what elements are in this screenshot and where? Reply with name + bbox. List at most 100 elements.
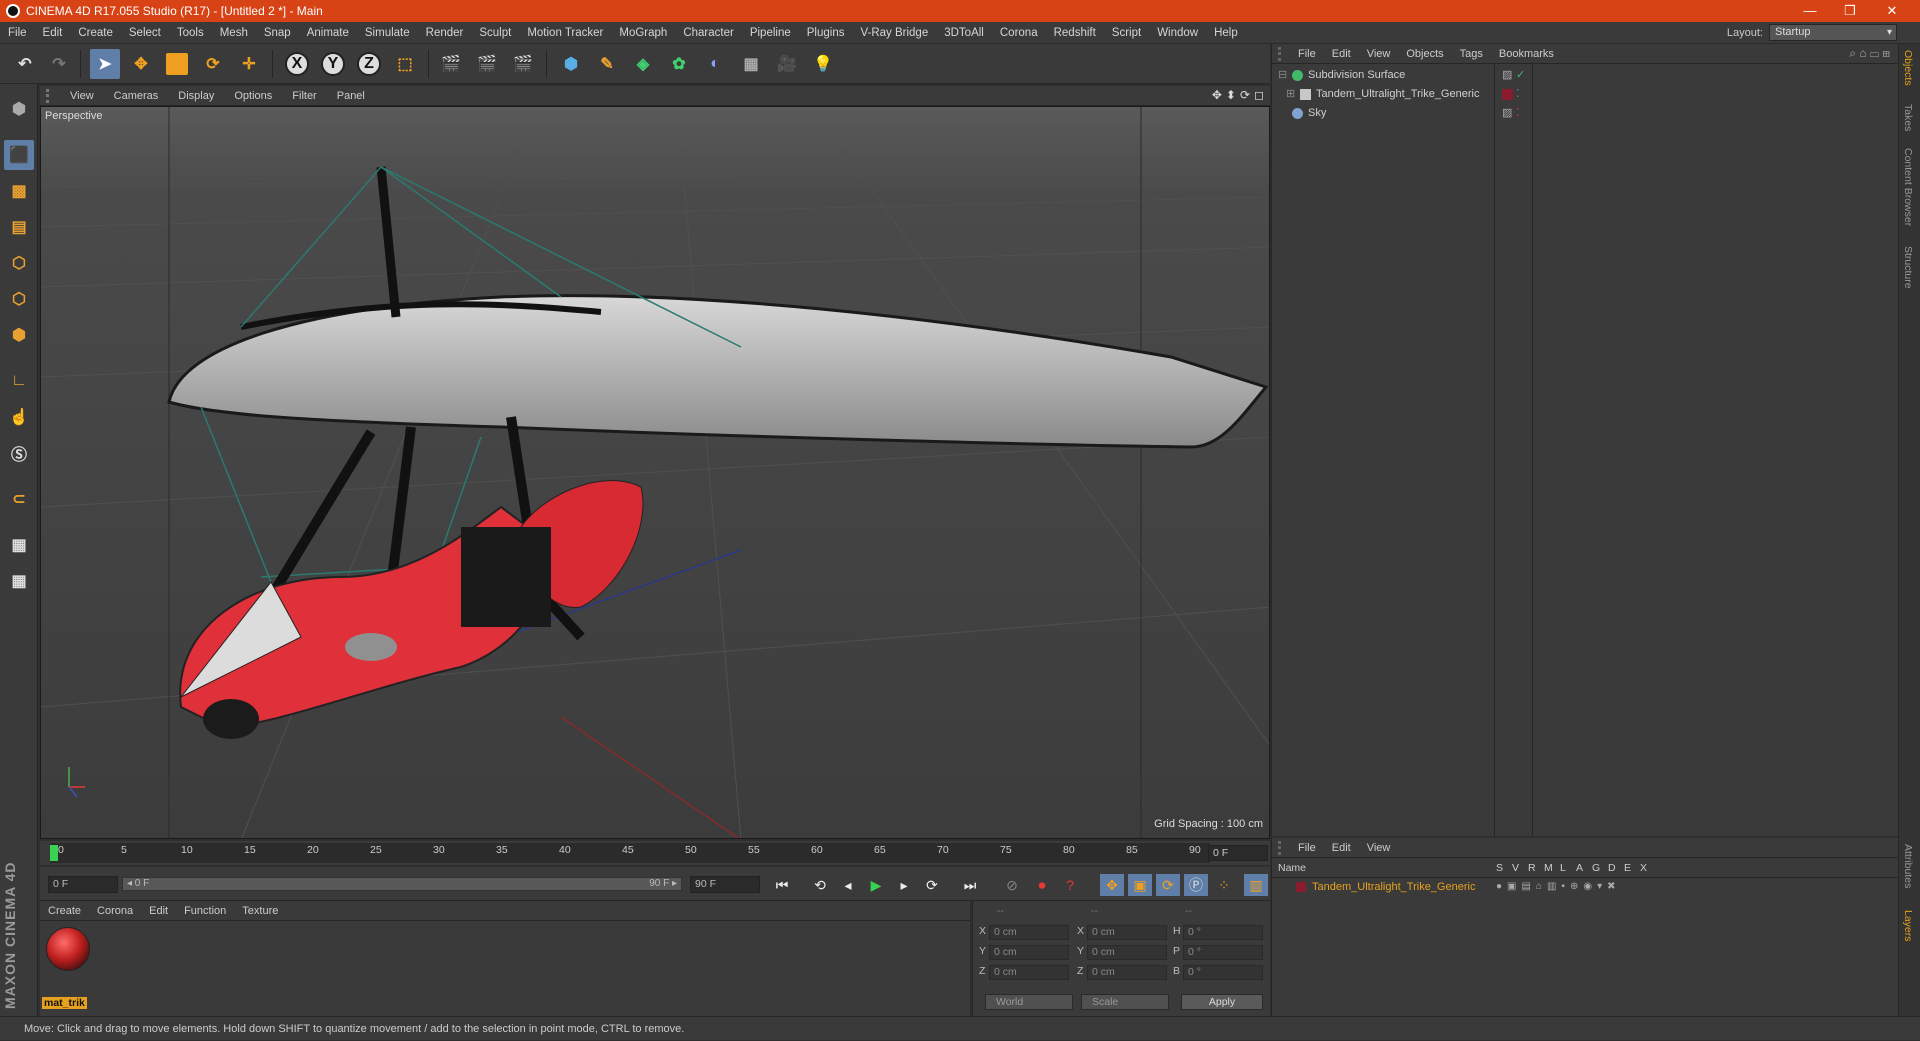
orbit-icon[interactable]: ⟳ [1240, 88, 1250, 102]
menu-snap[interactable]: Snap [256, 22, 299, 44]
tweak-mode-icon[interactable]: ☝ [4, 402, 34, 432]
minimize-button[interactable]: — [1790, 0, 1830, 22]
deformer-icon[interactable]: ◐ [700, 49, 730, 79]
key-pla-icon[interactable]: ⁘ [1212, 874, 1236, 896]
keyframe-selection-icon[interactable]: ? [1058, 874, 1082, 896]
obj-menu-edit[interactable]: Edit [1324, 48, 1359, 60]
size-mode-dropdown[interactable]: Scale [1081, 994, 1169, 1010]
object-row[interactable]: ⊞ Tandem_Ultralight_Trike_Generic ⁚ [1272, 85, 1899, 104]
rotation-b-field[interactable]: 0 ° [1183, 965, 1263, 980]
obj-menu-tags[interactable]: Tags [1452, 48, 1491, 60]
visibility-dots[interactable]: ▨ [1502, 66, 1512, 85]
render-picture-viewer-icon[interactable]: 🎬 [472, 49, 502, 79]
previous-key-icon[interactable]: ⟲ [808, 874, 832, 896]
tab-objects[interactable]: Objects [1902, 50, 1914, 86]
layer-toggle-icons[interactable]: ●▣▤⌂▥▪⊕◉▾✖ [1496, 879, 1620, 895]
tab-takes[interactable]: Takes [1902, 104, 1914, 131]
pan-icon[interactable]: ✥ [1212, 88, 1222, 102]
tab-content-browser[interactable]: Content Browser [1902, 148, 1914, 226]
menu-edit[interactable]: Edit [35, 22, 71, 44]
z-axis-icon[interactable]: Z [354, 49, 384, 79]
x-axis-icon[interactable]: X [282, 49, 312, 79]
viewport-menu-cameras[interactable]: Cameras [104, 90, 169, 102]
points-mode-icon[interactable]: ⬡ [4, 248, 34, 278]
live-select-icon[interactable]: ✛ [234, 49, 264, 79]
menu-tools[interactable]: Tools [169, 22, 212, 44]
current-frame-field[interactable]: 0 F [1208, 845, 1268, 861]
menu-help[interactable]: Help [1206, 22, 1246, 44]
menu-plugins[interactable]: Plugins [799, 22, 853, 44]
layer-name[interactable]: Tandem_Ultralight_Trike_Generic [1312, 879, 1475, 895]
redo-icon[interactable]: ↷ [44, 49, 74, 79]
go-to-end-icon[interactable]: ⏭ [958, 874, 982, 896]
texture-mode-icon[interactable]: ▩ [4, 176, 34, 206]
menu-motion-tracker[interactable]: Motion Tracker [519, 22, 611, 44]
zoom-icon[interactable]: ⬍ [1226, 88, 1236, 102]
viewport-menu-view[interactable]: View [60, 90, 104, 102]
playhead-marker[interactable] [50, 845, 58, 861]
layer-color-swatch[interactable] [1296, 882, 1306, 892]
menu-animate[interactable]: Animate [299, 22, 357, 44]
tab-structure[interactable]: Structure [1902, 246, 1914, 289]
material-menu-edit[interactable]: Edit [141, 905, 176, 917]
maximize-button[interactable]: ❐ [1830, 0, 1870, 22]
menu-character[interactable]: Character [675, 22, 742, 44]
next-key-icon[interactable]: ⟳ [920, 874, 944, 896]
move-icon[interactable]: ✥ [126, 49, 156, 79]
menu-redshift[interactable]: Redshift [1046, 22, 1104, 44]
timeline-ruler[interactable]: 0 5 10 15 20 25 30 35 40 45 50 55 60 65 … [40, 841, 1270, 865]
world-coord-icon[interactable]: ⬚ [390, 49, 420, 79]
undo-icon[interactable]: ↶ [10, 49, 40, 79]
layer-menu-edit[interactable]: Edit [1324, 842, 1359, 854]
obj-menu-bookmarks[interactable]: Bookmarks [1491, 48, 1562, 60]
layer-row[interactable]: Tandem_Ultralight_Trike_Generic ●▣▤⌂▥▪⊕◉… [1272, 879, 1899, 895]
menu-window[interactable]: Window [1149, 22, 1206, 44]
visibility-dots[interactable]: ⁚ [1516, 104, 1520, 123]
polygons-mode-icon[interactable]: ⬢ [4, 320, 34, 350]
obj-menu-view[interactable]: View [1359, 48, 1399, 60]
select-arrow-icon[interactable]: ➤ [90, 49, 120, 79]
next-frame-icon[interactable]: ▸ [892, 874, 916, 896]
cube-icon[interactable]: ⬢ [556, 49, 586, 79]
model-mode-icon[interactable]: ⬛ [4, 140, 34, 170]
rotate-icon[interactable]: ⟳ [198, 49, 228, 79]
start-frame-field[interactable]: 0 F [48, 876, 118, 893]
menu-mesh[interactable]: Mesh [212, 22, 256, 44]
material-preview-ball[interactable] [46, 927, 90, 971]
material-menu-create[interactable]: Create [40, 905, 89, 917]
enabled-check-icon[interactable]: ✓ [1516, 66, 1525, 85]
render-settings-icon[interactable]: 🎬 [508, 49, 538, 79]
autokey-icon[interactable]: ⏺ [1030, 874, 1054, 896]
menu-select[interactable]: Select [121, 22, 169, 44]
record-keys-icon[interactable]: ⊘ [1000, 874, 1024, 896]
menu-pipeline[interactable]: Pipeline [742, 22, 799, 44]
timeline-window-icon[interactable]: ▥ [1244, 874, 1268, 896]
apply-button[interactable]: Apply [1181, 994, 1263, 1010]
layer-menu-file[interactable]: File [1290, 842, 1324, 854]
viewport-menu-options[interactable]: Options [224, 90, 282, 102]
collapse-icon[interactable]: ⊟ [1278, 66, 1287, 85]
tab-layers[interactable]: Layers [1902, 910, 1914, 942]
cloner-icon[interactable]: ✿ [664, 49, 694, 79]
planar-workplane-icon[interactable]: ▦ [4, 566, 34, 596]
make-editable-icon[interactable]: ⬢ [4, 94, 34, 124]
object-name[interactable]: Sky [1308, 104, 1326, 123]
end-frame-field[interactable]: 90 F [690, 876, 760, 893]
search-icon[interactable]: ⌕ ⌂ ▭ ⊞ [1849, 46, 1890, 61]
object-name[interactable]: Subdivision Surface [1308, 66, 1405, 85]
play-icon[interactable]: ▶ [864, 874, 888, 896]
key-position-icon[interactable]: ✥ [1100, 874, 1124, 896]
rotation-p-field[interactable]: 0 ° [1183, 945, 1263, 960]
menu-render[interactable]: Render [418, 22, 472, 44]
visibility-dots[interactable]: ⁚ [1516, 85, 1520, 104]
object-name[interactable]: Tandem_Ultralight_Trike_Generic [1316, 85, 1479, 104]
menu-script[interactable]: Script [1104, 22, 1149, 44]
axis-mode-icon[interactable]: ∟ [4, 366, 34, 396]
viewport-menu-display[interactable]: Display [168, 90, 224, 102]
visibility-dots[interactable]: ▨ [1502, 104, 1512, 123]
workplane-lock-icon[interactable]: ▦ [4, 530, 34, 560]
menu-simulate[interactable]: Simulate [357, 22, 418, 44]
menu-vray-bridge[interactable]: V-Ray Bridge [852, 22, 936, 44]
menu-file[interactable]: File [0, 22, 35, 44]
material-menu-corona[interactable]: Corona [89, 905, 141, 917]
